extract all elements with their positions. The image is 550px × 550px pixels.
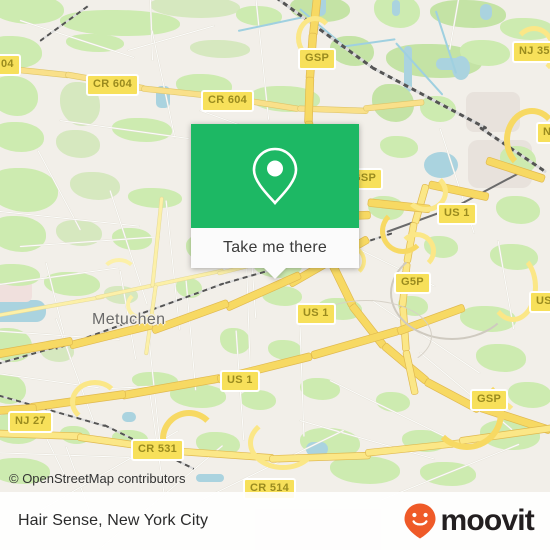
- map-screenshot: Metuchen 04 CR 604 CR 604 GSP NJ 35 N GS…: [0, 0, 550, 550]
- landuse-park: [376, 392, 410, 412]
- map-canvas[interactable]: Metuchen 04 CR 604 CR 604 GSP NJ 35 N GS…: [0, 0, 550, 550]
- callout-action-bar[interactable]: Take me there: [191, 228, 359, 279]
- landuse-park: [508, 382, 550, 408]
- landuse-wood: [430, 0, 506, 28]
- shield-gsp-north: GSP: [298, 48, 337, 70]
- shield-cr-531: CR 531: [131, 439, 185, 461]
- shield-us-right-edge: US: [529, 291, 550, 313]
- shield-cr-604-center: CR 604: [201, 90, 255, 112]
- road-primary: [151, 197, 164, 287]
- interchange-loop: [248, 416, 318, 470]
- moovit-wordmark: moovit: [440, 504, 534, 537]
- city-label-metuchen: Metuchen: [92, 311, 166, 328]
- landuse-park: [0, 76, 38, 116]
- landuse-park: [112, 118, 172, 142]
- location-callout[interactable]: Take me there: [191, 124, 359, 279]
- map-pin-icon: [252, 147, 298, 205]
- shield-us-1-center: US 1: [296, 303, 336, 325]
- landuse-park: [0, 0, 64, 24]
- landuse-park: [496, 196, 540, 224]
- landuse-park: [476, 344, 526, 372]
- place-title: Hair Sense, New York City: [18, 512, 209, 529]
- water-body: [480, 4, 492, 20]
- water-body: [392, 0, 400, 16]
- moovit-smiley-pin-icon: [404, 503, 436, 539]
- water-body: [196, 474, 224, 482]
- interchange-loop: [100, 258, 138, 292]
- callout-pointer: [264, 268, 286, 279]
- landuse-park: [330, 456, 400, 484]
- road-minor: [165, 200, 181, 330]
- landuse-park: [190, 40, 250, 58]
- shield-gsp-southeast: GSP: [470, 389, 509, 411]
- shield-us-1-south: US 1: [220, 370, 260, 392]
- water-body: [122, 412, 136, 422]
- shield-nj-35: NJ 35: [512, 41, 550, 63]
- road-gsp: [304, 77, 314, 124]
- osm-attribution[interactable]: © OpenStreetMap contributors: [9, 471, 186, 486]
- shield-nj-27: NJ 27: [8, 411, 53, 433]
- callout-image-panel: [191, 124, 359, 228]
- take-me-there-label: Take me there: [223, 239, 327, 256]
- landuse-park: [66, 34, 124, 52]
- shield-cr-604-west: CR 604: [86, 74, 140, 96]
- landuse-park: [128, 188, 182, 208]
- bottom-info-bar: Hair Sense, New York City moovit: [0, 492, 550, 550]
- shield-cr-604-west-edge: 04: [0, 54, 21, 76]
- road-minor: [245, 250, 251, 371]
- landuse-park: [240, 390, 276, 410]
- shield-gsp-east: G5P: [394, 272, 431, 294]
- interchange-loop: [70, 380, 120, 424]
- landuse-park: [0, 122, 44, 152]
- shield-us-1-northeast: US 1: [437, 203, 477, 225]
- landuse-park: [56, 130, 100, 158]
- moovit-brand[interactable]: moovit: [402, 502, 535, 540]
- landuse-park: [380, 136, 418, 158]
- shield-right-edge-north: N: [536, 122, 550, 144]
